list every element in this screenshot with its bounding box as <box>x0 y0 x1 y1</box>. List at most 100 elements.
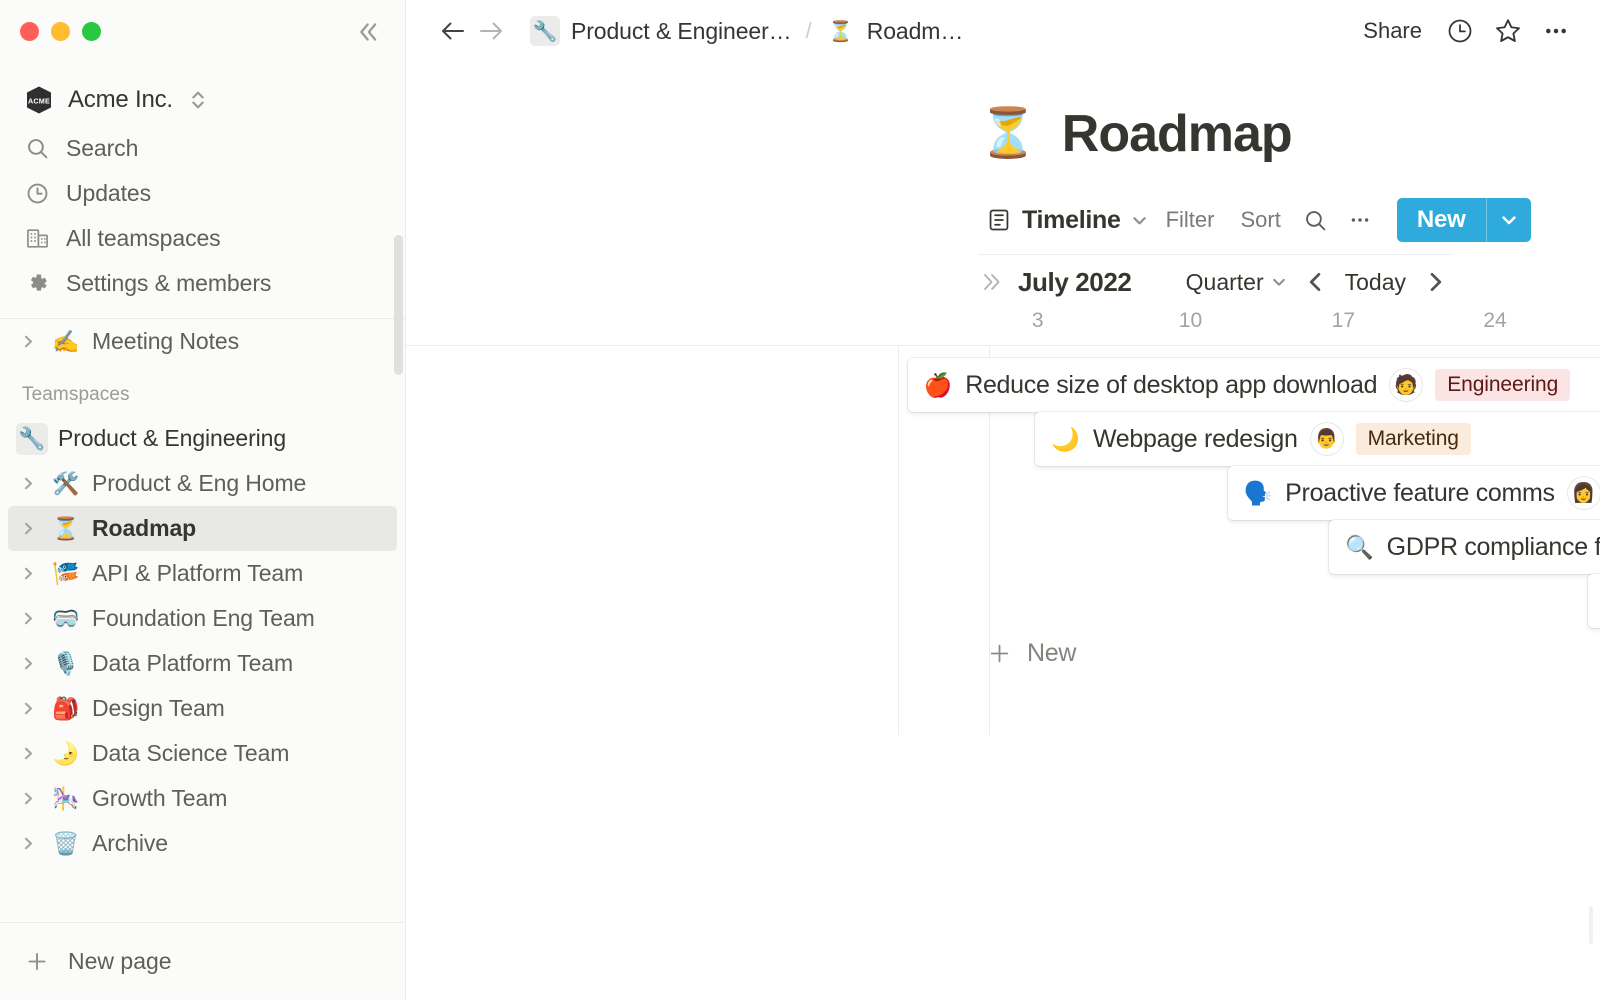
sidebar-item-label: Product & Eng Home <box>92 470 307 496</box>
next-period-button[interactable] <box>1418 265 1452 299</box>
chevron-right-icon[interactable] <box>16 656 40 671</box>
more-options-icon[interactable] <box>1534 9 1578 53</box>
chevron-right-icon[interactable] <box>16 334 40 349</box>
new-page-button[interactable]: New page <box>14 938 391 986</box>
task-title: Webpage redesign <box>1092 424 1298 453</box>
sidebar-item-data-platform-team[interactable]: 🎙️ Data Platform Team <box>8 641 397 686</box>
sidebar-item-meeting-notes[interactable]: ✍️ Meeting Notes <box>8 319 397 364</box>
topbar-actions: Share <box>1351 9 1578 53</box>
breadcrumb-item-page[interactable]: ⏳ Roadm… <box>818 12 972 50</box>
date-tick: 24 <box>1483 309 1507 332</box>
sidebar-item-design-team[interactable]: 🎒 Design Team <box>8 686 397 731</box>
chevron-right-icon[interactable] <box>16 476 40 491</box>
sidebar-item-label: Updates <box>66 180 151 206</box>
maximize-window-button[interactable] <box>82 21 101 41</box>
zoom-level-selector[interactable]: Quarter <box>1178 264 1295 301</box>
favorite-star-icon[interactable] <box>1486 9 1530 53</box>
view-label: Timeline <box>1022 205 1121 234</box>
share-button[interactable]: Share <box>1351 11 1434 51</box>
hourglass-icon: ⏳ <box>828 20 854 43</box>
chevron-down-icon[interactable] <box>1485 198 1531 242</box>
sidebar-item-product-eng-home[interactable]: 🛠️ Product & Eng Home <box>8 461 397 506</box>
buildings-icon <box>24 226 50 251</box>
sidebar-item-data-science-team[interactable]: 🌛 Data Science Team <box>8 731 397 776</box>
tab-timeline[interactable]: Timeline <box>978 201 1156 240</box>
page-emoji: 🎏 <box>52 560 80 586</box>
sidebar-item-roadmap[interactable]: ⏳ Roadmap <box>8 506 397 551</box>
timeline-task-bar[interactable]: ☁️Stack based navigation with top bar <box>1588 574 1600 628</box>
timeline-new-row-button[interactable]: New <box>976 634 1086 673</box>
timeline-gridline <box>898 346 899 735</box>
hourglass-icon[interactable]: ⏳ <box>978 110 1038 158</box>
new-label: New <box>1416 206 1466 233</box>
chevron-right-icon[interactable] <box>16 836 40 851</box>
chevron-right-icon[interactable] <box>16 791 40 806</box>
app-window: ACME Acme Inc. Search Updates All teamsp… <box>0 0 1600 1000</box>
task-title: Proactive feature comms <box>1285 478 1555 507</box>
window-traffic-lights <box>0 0 405 62</box>
sidebar-item-foundation-eng-team[interactable]: 🥽 Foundation Eng Team <box>8 596 397 641</box>
breadcrumb-item-teamspace[interactable]: 🔧 Product & Engineer… <box>522 12 800 50</box>
chevron-updown-icon <box>189 88 207 112</box>
page-emoji: ⏳ <box>52 515 80 541</box>
more-options-icon[interactable] <box>1341 201 1379 239</box>
timeline-grid: 🍎 Reduce size of desktop app download 🧑 Eng… <box>406 345 1600 735</box>
chevron-right-icon[interactable] <box>16 746 40 761</box>
task-emoji: 🍎 <box>923 371 953 398</box>
date-tick: 17 <box>1331 309 1356 332</box>
avatar: 👩 <box>1567 477 1600 509</box>
sidebar: ACME Acme Inc. Search Updates All teamsp… <box>0 0 406 1000</box>
sidebar-item-updates[interactable]: Updates <box>14 171 391 216</box>
sidebar-item-archive[interactable]: 🗑️ Archive <box>8 821 397 866</box>
close-window-button[interactable] <box>20 21 39 41</box>
sidebar-item-label: Search <box>66 135 139 161</box>
sidebar-item-label: Meeting Notes <box>92 328 239 354</box>
sort-button[interactable]: Sort <box>1230 201 1290 239</box>
forward-button[interactable] <box>472 12 510 50</box>
chevron-right-icon[interactable] <box>16 566 40 581</box>
timeline-task-bar[interactable]: 🗣️Proactive feature comms👩Customer Succe… <box>1227 466 1600 520</box>
page-emoji: ✍️ <box>52 328 80 354</box>
wrench-icon: 🔧 <box>530 16 560 46</box>
view-toolbar: Timeline Filter Sort New <box>978 198 1531 255</box>
chevron-right-icon[interactable] <box>16 701 40 716</box>
sidebar-item-search[interactable]: Search <box>14 126 391 171</box>
timeline-task-bar[interactable]: 🔍GDPR compliance for search🧓Security <box>1329 520 1600 574</box>
page-emoji: 🎠 <box>52 785 80 811</box>
filter-button[interactable]: Filter <box>1156 201 1225 239</box>
plus-icon <box>986 640 1013 667</box>
back-button[interactable] <box>434 12 472 50</box>
collapse-sidebar-icon[interactable] <box>351 16 383 48</box>
sidebar-scrollbar[interactable] <box>394 235 403 375</box>
updates-button[interactable] <box>1438 9 1482 53</box>
breadcrumb-label: Product & Engineer… <box>571 17 792 44</box>
wrench-icon: 🔧 <box>16 422 48 455</box>
timeline-task-bar[interactable]: 🌙 Webpage redesign 👨 Marketing <box>1035 412 1600 466</box>
sidebar-item-growth-team[interactable]: 🎠 Growth Team <box>8 776 397 821</box>
chevron-right-icon[interactable] <box>16 521 40 536</box>
timeline-nav: Quarter Today <box>1178 264 1452 301</box>
task-emoji: 🌙 <box>1051 425 1080 452</box>
task-title: Reduce size of desktop app download <box>965 370 1378 399</box>
chevron-right-icon[interactable] <box>16 611 40 626</box>
page-emoji: 🥽 <box>52 605 80 631</box>
search-icon[interactable] <box>1297 201 1335 239</box>
workspace-switcher[interactable]: ACME Acme Inc. <box>14 74 391 126</box>
main-scrollbar[interactable] <box>1589 906 1593 944</box>
today-button[interactable]: Today <box>1337 264 1414 301</box>
previous-period-button[interactable] <box>1299 265 1333 299</box>
avatar: 🧑 <box>1390 369 1423 401</box>
breadcrumb-label: Roadm… <box>866 17 964 44</box>
timeline-task-bar[interactable]: 🍎 Reduce size of desktop app download 🧑 Eng… <box>907 358 1600 412</box>
chevron-double-right-icon[interactable] <box>978 269 1004 295</box>
sidebar-item-all-teamspaces[interactable]: All teamspaces <box>14 216 391 261</box>
sidebar-item-settings-members[interactable]: Settings & members <box>14 261 391 306</box>
new-item-button[interactable]: New <box>1396 198 1531 242</box>
sidebar-scroll-area: ✍️ Meeting Notes Teamspaces 🔧 Product & … <box>0 306 405 922</box>
sidebar-item-api-platform-team[interactable]: 🎏 API & Platform Team <box>8 551 397 596</box>
page-title[interactable]: Roadmap <box>1062 104 1293 164</box>
minimize-window-button[interactable] <box>51 21 70 41</box>
sidebar-teamspace-product-engineering[interactable]: 🔧 Product & Engineering <box>8 416 397 461</box>
page-emoji: 🗑️ <box>52 830 80 856</box>
plus-icon <box>24 948 50 975</box>
